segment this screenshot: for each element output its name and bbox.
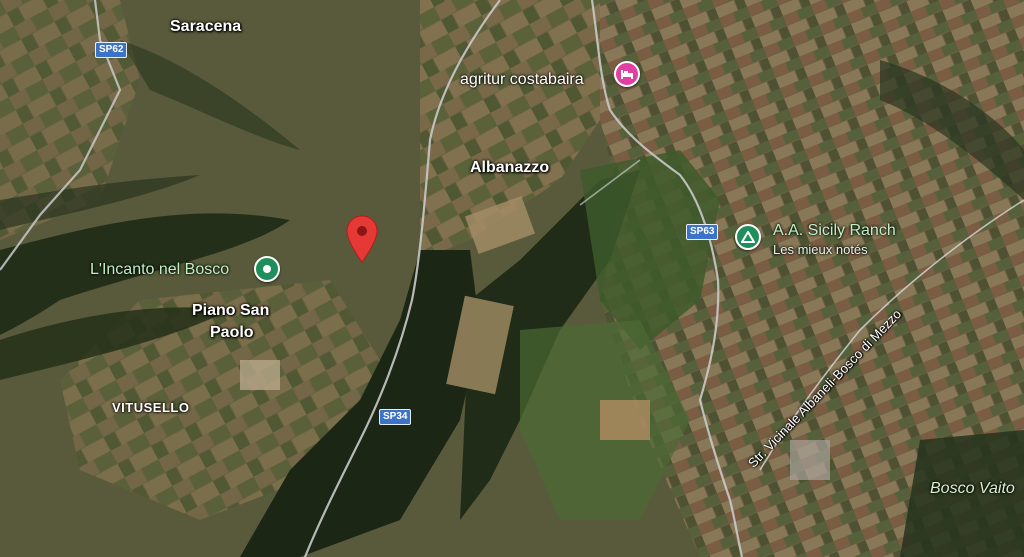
road-shield-sp63: SP63 — [686, 224, 719, 240]
road-shield-sp62: SP62 — [95, 42, 128, 58]
place-label-albanazzo[interactable]: Albanazzo — [470, 159, 549, 177]
place-label-saracena[interactable]: Saracena — [170, 18, 241, 36]
place-label-vitusello[interactable]: VITUSELLO — [112, 400, 189, 415]
place-label-paolo[interactable]: Paolo — [210, 324, 254, 342]
red-map-pin-icon[interactable] — [345, 215, 379, 263]
poi-label-agritur[interactable]: agritur costabaira — [460, 71, 584, 89]
pin-shape-icon — [346, 215, 378, 263]
hotel-bed-icon[interactable] — [614, 61, 640, 87]
poi-label-incanto[interactable]: L'Incanto nel Bosco — [90, 261, 229, 279]
poi-sublabel-ranch: Les mieux notés — [773, 242, 868, 257]
satellite-map[interactable]: SP62 SP63 SP34 Saracena Albanazzo Piano … — [0, 0, 1024, 557]
park-dot-icon[interactable] — [254, 256, 280, 282]
bed-glyph-icon — [621, 70, 633, 79]
poi-label-ranch[interactable]: A.A. Sicily Ranch — [773, 222, 896, 240]
tent-glyph-icon — [741, 231, 755, 243]
area-label-bosco[interactable]: Bosco Vaito — [930, 480, 1015, 498]
road-shield-sp34: SP34 — [379, 409, 412, 425]
dot-glyph-icon — [263, 265, 271, 273]
campground-icon[interactable] — [735, 224, 761, 250]
place-label-piano-san[interactable]: Piano San — [192, 302, 269, 320]
